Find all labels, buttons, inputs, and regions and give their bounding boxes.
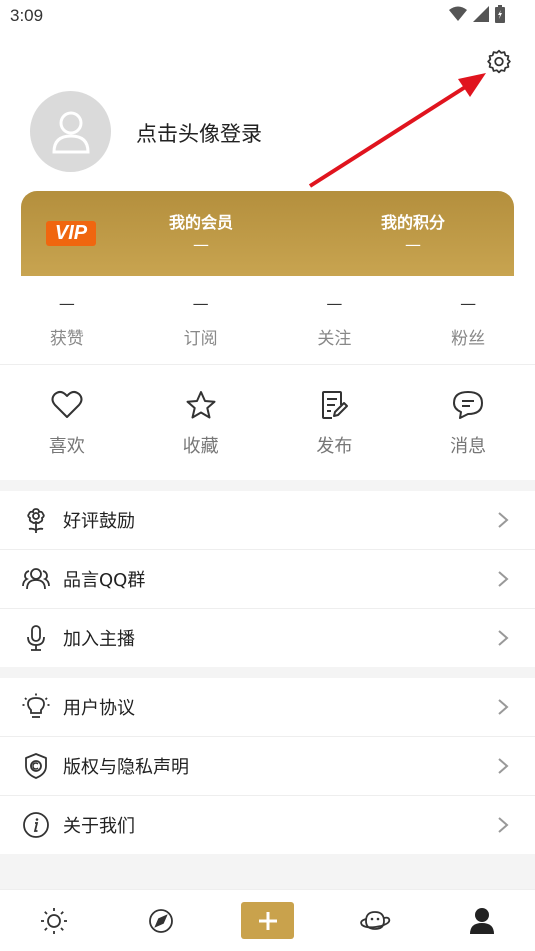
chevron-right-icon <box>493 815 513 835</box>
stat-following[interactable]: — 关注 <box>268 292 402 362</box>
stat-value: — <box>192 294 209 313</box>
flower-icon <box>22 506 50 534</box>
heart-icon <box>50 388 84 422</box>
sun-icon <box>40 907 67 934</box>
action-label: 喜欢 <box>48 436 85 457</box>
chevron-right-icon <box>493 756 513 776</box>
bottom-nav <box>0 889 535 951</box>
vip-badge: VIP <box>46 221 96 246</box>
vip-card[interactable]: VIP 我的会员 — 我的积分 — <box>21 191 514 276</box>
menu-label: 品言QQ群 <box>63 570 146 591</box>
nav-discover[interactable] <box>107 890 214 951</box>
menu-item-user-agreement[interactable]: 用户协议 <box>0 678 535 736</box>
chevron-right-icon <box>493 697 513 717</box>
plus-icon <box>258 911 277 930</box>
menu-item-become-host[interactable]: 加入主播 <box>0 609 535 667</box>
avatar[interactable] <box>30 91 111 172</box>
action-messages[interactable]: 消息 <box>401 388 535 468</box>
nav-planet[interactable] <box>321 890 428 951</box>
microphone-icon <box>22 624 50 652</box>
stat-label: 关注 <box>317 329 352 349</box>
edit-icon <box>317 388 351 422</box>
menu-label: 版权与隐私声明 <box>63 757 189 778</box>
action-publish[interactable]: 发布 <box>268 388 402 468</box>
my-points[interactable]: 我的积分 — <box>353 209 473 254</box>
my-membership-label: 我的会员 <box>168 213 233 232</box>
menu-label: 好评鼓励 <box>63 511 135 532</box>
stat-label: 获赞 <box>49 329 84 349</box>
stat-followers[interactable]: — 粉丝 <box>401 292 535 362</box>
battery-icon <box>495 5 505 23</box>
my-points-label: 我的积分 <box>380 213 445 232</box>
user-placeholder-icon <box>51 111 90 153</box>
nav-home[interactable] <box>0 890 107 951</box>
section-gap <box>0 854 535 889</box>
shield-copyright-icon <box>22 752 50 780</box>
user-icon <box>469 907 494 934</box>
chevron-right-icon <box>493 569 513 589</box>
group-icon <box>22 565 50 593</box>
stats-row: — 获赞 — 订阅 — 关注 — 粉丝 <box>0 292 535 362</box>
lightbulb-icon <box>22 693 50 721</box>
message-icon <box>451 388 485 422</box>
menu-item-rate[interactable]: 好评鼓励 <box>0 491 535 549</box>
planet-icon <box>359 910 390 930</box>
action-label: 发布 <box>316 436 353 457</box>
menu-item-qq-group[interactable]: 品言QQ群 <box>0 550 535 608</box>
stat-value: — <box>460 294 477 313</box>
status-bar: 3:09 <box>0 0 535 32</box>
stat-value: — <box>58 294 75 313</box>
stat-value: — <box>326 294 343 313</box>
add-button[interactable] <box>241 902 294 939</box>
stat-subscriptions[interactable]: — 订阅 <box>134 292 268 362</box>
status-icons <box>449 5 505 23</box>
my-membership[interactable]: 我的会员 — <box>141 209 261 254</box>
status-time: 3:09 <box>10 6 44 25</box>
chevron-right-icon <box>493 510 513 530</box>
my-points-value: — <box>405 235 421 254</box>
wifi-icon <box>449 6 467 21</box>
action-label: 消息 <box>450 436 487 457</box>
divider <box>0 364 535 365</box>
menu-item-copyright-privacy[interactable]: 版权与隐私声明 <box>0 737 535 795</box>
action-label: 收藏 <box>182 436 219 457</box>
info-icon <box>22 811 50 839</box>
action-favorites[interactable]: 收藏 <box>134 388 268 468</box>
section-gap <box>0 480 535 491</box>
chevron-right-icon <box>493 628 513 648</box>
stat-likes[interactable]: — 获赞 <box>0 292 134 362</box>
stat-label: 粉丝 <box>451 329 486 349</box>
menu-label: 用户协议 <box>63 698 135 719</box>
action-likes[interactable]: 喜欢 <box>0 388 134 468</box>
menu-label: 关于我们 <box>63 816 135 837</box>
compass-icon <box>148 908 173 933</box>
gear-icon <box>487 49 511 74</box>
menu-item-about-us[interactable]: 关于我们 <box>0 796 535 854</box>
nav-profile[interactable] <box>428 890 535 951</box>
actions-row: 喜欢 收藏 发布 消息 <box>0 388 535 468</box>
nav-add[interactable] <box>214 890 321 951</box>
menu-label: 加入主播 <box>63 629 135 650</box>
stat-label: 订阅 <box>183 329 218 349</box>
my-membership-value: — <box>193 235 209 254</box>
settings-button[interactable] <box>484 46 514 76</box>
login-prompt[interactable]: 点击头像登录 <box>136 118 262 148</box>
star-icon <box>184 388 218 422</box>
signal-icon <box>473 6 489 22</box>
section-gap <box>0 667 535 678</box>
